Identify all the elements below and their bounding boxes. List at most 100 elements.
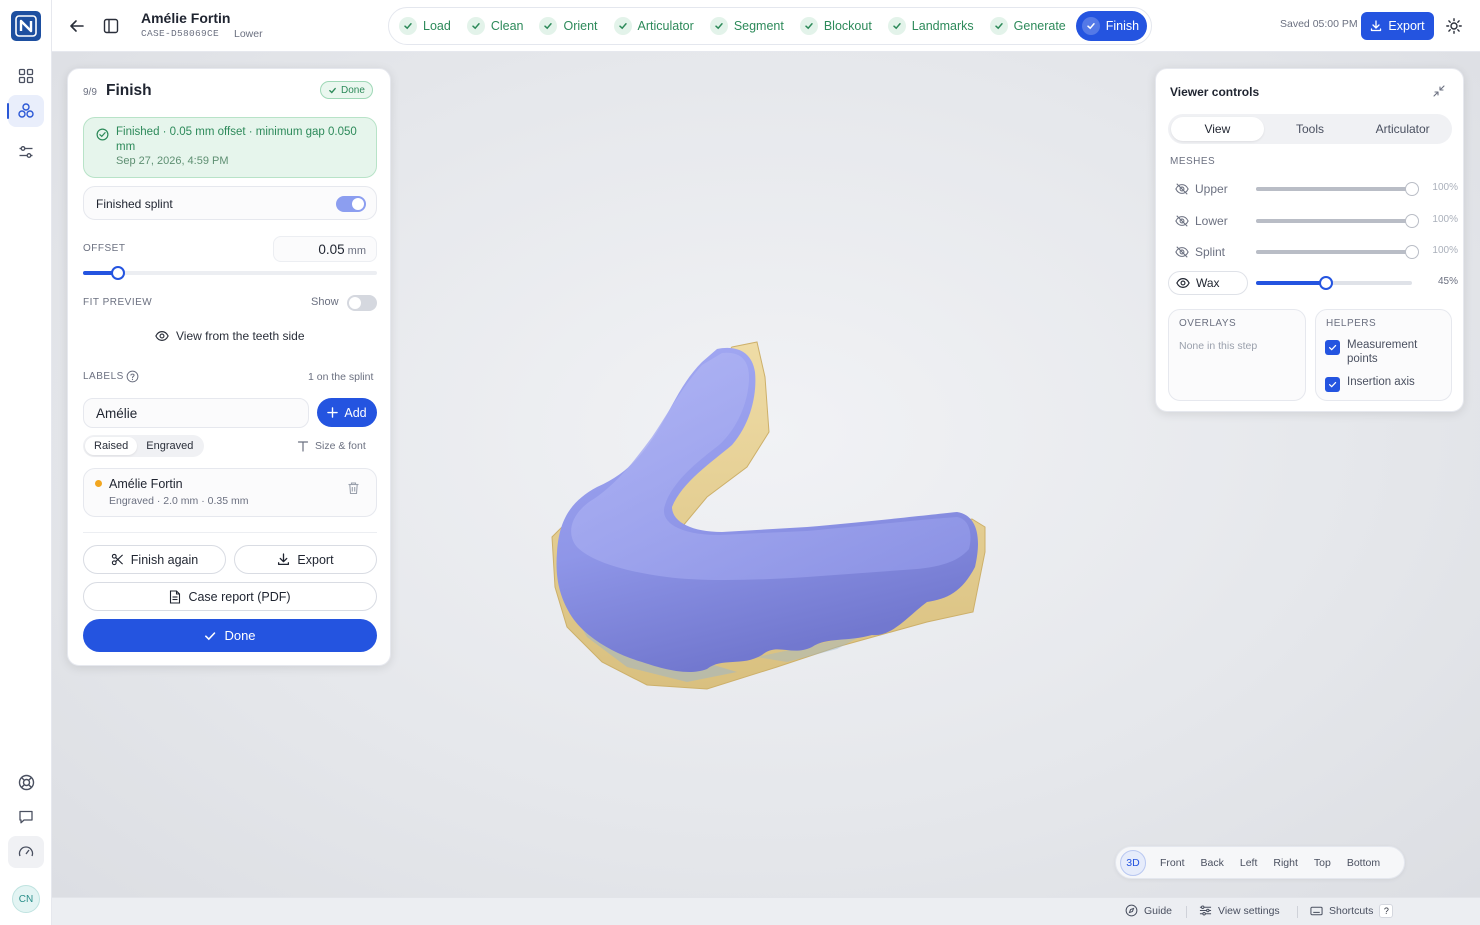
view-presets: 3D Front Back Left Right Top Bottom (1115, 846, 1405, 879)
label-style-segmented: Raised Engraved (83, 435, 205, 457)
tab-articulator[interactable]: Articulator (1356, 117, 1449, 141)
mesh-row-splint: Splint 100% (1168, 240, 1458, 264)
tab-tools[interactable]: Tools (1264, 117, 1357, 141)
label-list-item[interactable]: Amélie Fortin Engraved · 2.0 mm · 0.35 m… (83, 468, 377, 517)
mesh-visibility-splint[interactable]: Splint (1168, 240, 1225, 264)
preset-left[interactable]: Left (1232, 851, 1266, 875)
help-circle-icon[interactable] (126, 370, 139, 383)
preset-front[interactable]: Front (1152, 851, 1193, 875)
user-avatar[interactable]: CN (12, 885, 40, 913)
mesh-visibility-lower[interactable]: Lower (1168, 209, 1228, 233)
mesh-name: Lower (1195, 214, 1228, 228)
top-bar: Amélie Fortin CASE-D58069CE Lower Load C… (52, 0, 1480, 52)
shortcut-key: ? (1379, 904, 1394, 918)
finished-splint-toggle[interactable] (336, 196, 366, 212)
settings-sliders-icon[interactable] (8, 136, 44, 168)
guide-button[interactable]: Guide (1125, 904, 1172, 917)
check-icon (887, 17, 906, 35)
preset-3d[interactable]: 3D (1120, 849, 1146, 876)
case-report-button[interactable]: Case report (PDF) (83, 582, 377, 611)
eye-off-icon (1175, 183, 1189, 195)
workflow-icon[interactable] (7, 95, 44, 127)
mesh-opacity-thumb[interactable] (1405, 245, 1419, 259)
sidebar-toggle-icon[interactable] (99, 14, 123, 38)
helper-insertion-axis[interactable]: Insertion axis (1325, 375, 1415, 392)
step-label: Clean (490, 19, 524, 33)
step-count: 9/9 (83, 87, 97, 98)
checkbox-checked-icon[interactable] (1325, 377, 1340, 392)
check-icon (205, 631, 216, 640)
preset-right[interactable]: Right (1265, 851, 1306, 875)
dashboard-icon[interactable] (8, 60, 44, 92)
plus-icon (327, 407, 339, 418)
check-circle-icon (96, 128, 109, 141)
feedback-chat-icon[interactable] (8, 801, 44, 833)
step-finish[interactable]: Finish (1075, 11, 1148, 41)
label-text-input[interactable]: Amélie (83, 398, 309, 428)
labels-label: LABELS (83, 371, 124, 382)
step-orient[interactable]: Orient (533, 11, 605, 41)
viewer-tabs: View Tools Articulator (1168, 114, 1452, 144)
export-button[interactable]: Export (1361, 12, 1434, 40)
app-logo[interactable] (11, 11, 41, 41)
mesh-opacity-thumb[interactable] (1405, 214, 1419, 228)
labels-count: 1 on the splint (308, 371, 374, 383)
tab-view[interactable]: View (1171, 117, 1264, 141)
step-articulator[interactable]: Articulator (608, 11, 702, 41)
done-button[interactable]: Done (83, 619, 377, 652)
mesh-opacity-thumb[interactable] (1319, 276, 1334, 290)
divider (83, 532, 377, 533)
preset-top[interactable]: Top (1306, 851, 1339, 875)
finish-panel: 9/9 Finish Done Finished · 0.05 mm offse… (67, 68, 391, 666)
checkbox-checked-icon[interactable] (1325, 340, 1340, 355)
helper-measurement-points[interactable]: Measurement points (1325, 338, 1445, 366)
shortcuts-button[interactable]: Shortcuts ? (1310, 904, 1394, 918)
style-raised[interactable]: Raised (85, 437, 138, 455)
eye-icon (1176, 278, 1190, 288)
fit-preview-toggle[interactable] (347, 295, 377, 311)
mesh-opacity-slider[interactable] (1256, 276, 1412, 290)
mesh-opacity-thumb[interactable] (1405, 182, 1419, 196)
collapse-icon[interactable] (1433, 85, 1445, 97)
help-lifebuoy-icon[interactable] (8, 766, 44, 798)
dental-model-render[interactable] (507, 337, 1047, 697)
mesh-opacity-slider[interactable] (1256, 214, 1419, 228)
offset-slider[interactable] (83, 266, 377, 280)
add-label-button[interactable]: Add (317, 398, 377, 427)
view-settings-button[interactable]: View settings (1199, 904, 1280, 917)
check-icon (399, 17, 417, 35)
finish-again-button[interactable]: Finish again (83, 545, 226, 574)
offset-input[interactable]: 0.05 mm (273, 236, 377, 262)
add-label: Add (344, 405, 367, 420)
case-report-label: Case report (PDF) (188, 589, 291, 604)
mesh-visibility-wax[interactable]: Wax (1168, 271, 1248, 295)
mesh-opacity-fill (1256, 281, 1327, 285)
finish-status: Finished · 0.05 mm offset · minimum gap … (83, 117, 377, 178)
mesh-opacity-slider[interactable] (1256, 245, 1419, 259)
step-clean[interactable]: Clean (461, 11, 532, 41)
label-color-dot (95, 480, 102, 487)
step-blockout[interactable]: Blockout (794, 11, 880, 41)
back-arrow-icon[interactable] (65, 14, 89, 38)
check-icon (799, 17, 818, 35)
step-load[interactable]: Load (393, 11, 459, 41)
offset-value: 0.05 (318, 242, 345, 257)
step-segment[interactable]: Segment (704, 11, 792, 41)
helpers-label: HELPERS (1326, 318, 1377, 329)
trash-icon[interactable] (347, 481, 360, 495)
helper-label: Insertion axis (1347, 376, 1415, 388)
offset-slider-thumb[interactable] (111, 266, 126, 280)
panel-export-button[interactable]: Export (234, 545, 377, 574)
mesh-opacity-slider[interactable] (1256, 182, 1419, 196)
size-font-button[interactable]: Size & font (297, 440, 366, 452)
preset-bottom[interactable]: Bottom (1339, 851, 1388, 875)
step-landmarks[interactable]: Landmarks (882, 11, 982, 41)
mesh-visibility-upper[interactable]: Upper (1168, 177, 1228, 201)
sun-theme-icon[interactable] (1442, 14, 1466, 38)
view-teeth-side-button[interactable]: View from the teeth side (155, 329, 305, 343)
performance-gauge-icon[interactable] (8, 836, 44, 868)
preset-back[interactable]: Back (1193, 851, 1232, 875)
style-engraved[interactable]: Engraved (137, 437, 202, 455)
step-generate[interactable]: Generate (984, 11, 1074, 41)
case-id: CASE-D58069CE (141, 28, 220, 39)
